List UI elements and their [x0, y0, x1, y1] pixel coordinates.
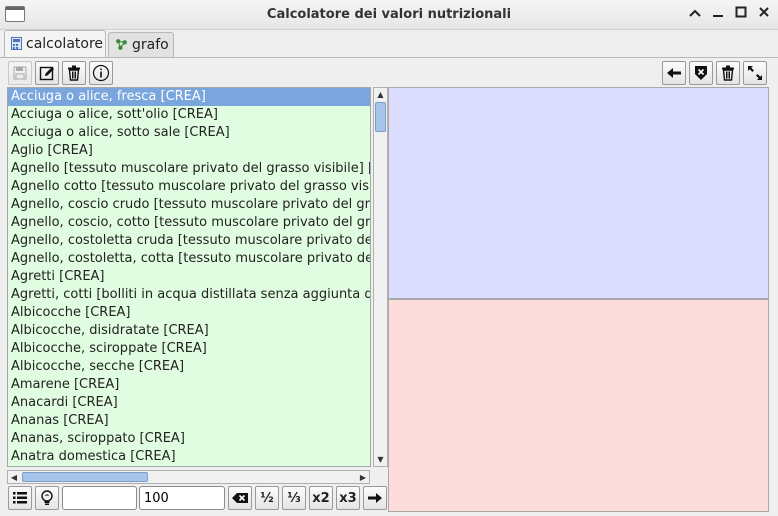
- list-item[interactable]: Acciuga o alice, sotto sale [CREA]: [8, 124, 370, 142]
- list-item[interactable]: Albicocche [CREA]: [8, 304, 370, 322]
- calculator-icon: [11, 37, 22, 50]
- third-button[interactable]: ⅓: [282, 486, 306, 510]
- minimize-button[interactable]: [709, 6, 727, 24]
- list-item[interactable]: Albicocche, secche [CREA]: [8, 358, 370, 376]
- scroll-right-arrow-icon[interactable]: ▶: [357, 471, 369, 484]
- list-item[interactable]: Agnello, costoletta cruda [tessuto musco…: [8, 232, 370, 250]
- scroll-up-arrow-icon[interactable]: ▲: [374, 88, 387, 101]
- list-item[interactable]: Acciuga o alice, sott'olio [CREA]: [8, 106, 370, 124]
- triple-button[interactable]: x3: [336, 486, 360, 510]
- list-item[interactable]: Agretti [CREA]: [8, 268, 370, 286]
- hint-button[interactable]: [35, 486, 59, 510]
- list-item[interactable]: Agnello [tessuto muscolare privato del g…: [8, 160, 370, 178]
- selected-foods-panel[interactable]: [388, 87, 769, 299]
- tab-label: grafo: [132, 37, 169, 53]
- arrow-left-icon: [667, 68, 681, 78]
- list-item[interactable]: Acciuga o alice, fresca [CREA]: [8, 88, 370, 106]
- list-icon: [13, 492, 27, 504]
- list-vertical-scrollbar[interactable]: ▲ ▼: [373, 87, 388, 467]
- clear-input-button[interactable]: [228, 486, 252, 510]
- list-item[interactable]: Agnello, coscio crudo [tessuto muscolare…: [8, 196, 370, 214]
- nutrition-values-panel[interactable]: [388, 299, 769, 512]
- expand-button[interactable]: [743, 61, 767, 85]
- delete-button[interactable]: [62, 61, 86, 85]
- backspace-icon: [232, 493, 248, 503]
- minimize-icon: [713, 15, 723, 17]
- scroll-thumb[interactable]: [22, 472, 148, 482]
- list-item[interactable]: Ananas, sciroppato [CREA]: [8, 430, 370, 448]
- title-bar: Calcolatore dei valori nutrizionali: [0, 0, 778, 30]
- scroll-left-arrow-icon[interactable]: ◀: [8, 471, 20, 484]
- tab-divider: [0, 57, 778, 58]
- collapse-button[interactable]: [686, 6, 704, 24]
- clear-button[interactable]: [716, 61, 740, 85]
- list-item[interactable]: Anacardi [CREA]: [8, 394, 370, 412]
- list-item[interactable]: Agretti, cotti [bolliti in acqua distill…: [8, 286, 370, 304]
- remove-button[interactable]: [689, 61, 713, 85]
- info-button[interactable]: [89, 61, 113, 85]
- close-icon: [759, 7, 769, 17]
- close-button[interactable]: [755, 6, 773, 24]
- chevron-up-icon: [689, 9, 701, 17]
- pencil-icon: [39, 66, 54, 81]
- trash-icon: [68, 65, 80, 81]
- expand-icon: [748, 66, 762, 80]
- list-item[interactable]: Aglio [CREA]: [8, 142, 370, 160]
- back-button[interactable]: [662, 61, 686, 85]
- maximize-icon: [735, 6, 747, 18]
- tab-calcolatore[interactable]: calcolatore: [4, 30, 106, 58]
- list-item[interactable]: Albicocche, disidratate [CREA]: [8, 322, 370, 340]
- list-button[interactable]: [8, 486, 32, 510]
- add-button[interactable]: [363, 486, 387, 510]
- arrow-right-icon: [368, 493, 382, 503]
- lightbulb-icon: [41, 490, 53, 505]
- scroll-thumb[interactable]: [375, 102, 386, 132]
- tab-grafo[interactable]: grafo: [108, 32, 174, 58]
- maximize-button[interactable]: [732, 6, 750, 24]
- list-item[interactable]: Ananas [CREA]: [8, 412, 370, 430]
- trash-icon: [722, 65, 734, 81]
- window-title: Calcolatore dei valori nutrizionali: [266, 7, 512, 22]
- edit-button[interactable]: [35, 61, 59, 85]
- shield-x-icon: [695, 66, 707, 80]
- graph-icon: [116, 39, 127, 50]
- list-item[interactable]: Amarene [CREA]: [8, 376, 370, 394]
- list-item[interactable]: Agnello, costoletta, cotta [tessuto musc…: [8, 250, 370, 268]
- list-item[interactable]: Agnello cotto [tessuto muscolare privato…: [8, 178, 370, 196]
- food-list[interactable]: Acciuga o alice, fresca [CREA] Acciuga o …: [7, 87, 371, 467]
- search-input[interactable]: [62, 486, 137, 510]
- list-item[interactable]: Albicocche, sciroppate [CREA]: [8, 340, 370, 358]
- save-button[interactable]: [8, 61, 32, 85]
- quantity-input[interactable]: [139, 486, 225, 510]
- tab-label: calcolatore: [26, 36, 104, 52]
- double-button[interactable]: x2: [309, 486, 333, 510]
- list-item[interactable]: Agnello, coscio, cotto [tessuto muscolar…: [8, 214, 370, 232]
- floppy-disk-icon: [13, 66, 27, 80]
- scroll-down-arrow-icon[interactable]: ▼: [374, 453, 387, 466]
- list-item[interactable]: Anatra domestica [CREA]: [8, 448, 370, 466]
- list-horizontal-scrollbar[interactable]: ◀ ▶: [7, 470, 370, 484]
- info-icon: [92, 64, 110, 82]
- half-button[interactable]: ½: [255, 486, 279, 510]
